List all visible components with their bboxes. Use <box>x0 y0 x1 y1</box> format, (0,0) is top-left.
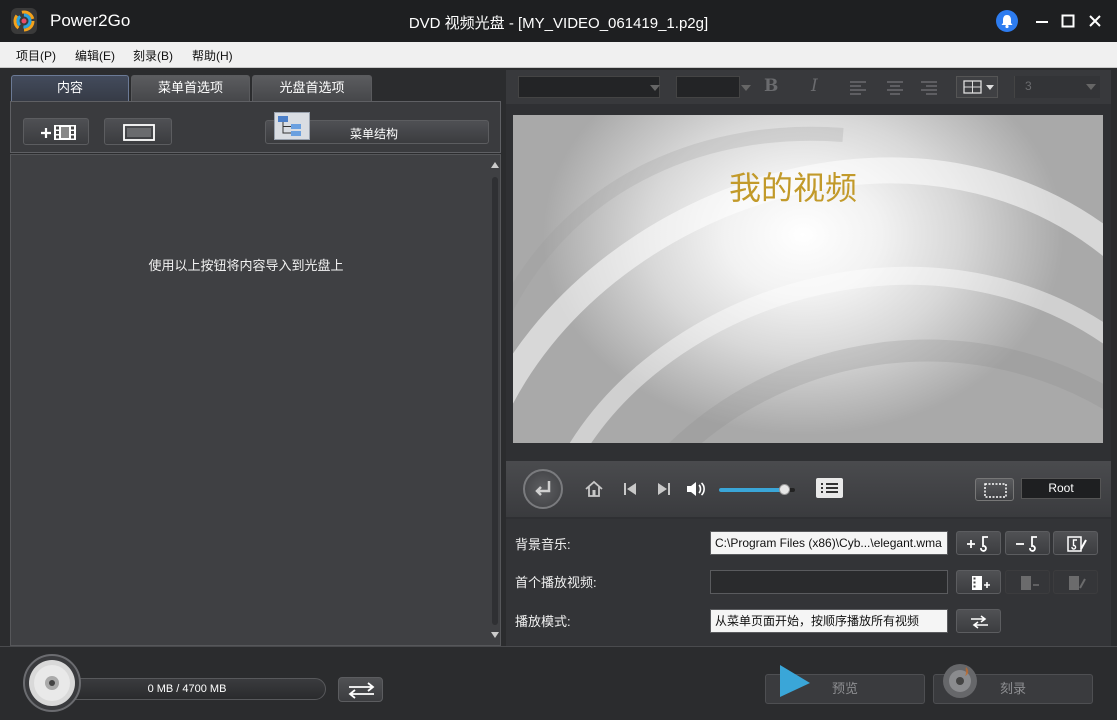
menu-help[interactable]: 帮助(H) <box>192 47 233 64</box>
menu-title-text[interactable]: 我的视频 <box>513 163 1073 209</box>
disc-capacity-bar: 0 MB / 4700 MB <box>48 678 326 700</box>
add-first-play-button[interactable] <box>956 570 1001 594</box>
add-film-icon <box>972 576 990 590</box>
previous-icon[interactable] <box>620 479 640 499</box>
chevron-down-icon <box>741 85 751 91</box>
volume-icon[interactable] <box>684 478 708 500</box>
burn-button[interactable]: 刻录 <box>933 664 1093 704</box>
add-music-icon <box>967 536 988 552</box>
minimize-button[interactable] <box>1030 9 1054 33</box>
content-scrollbar[interactable] <box>489 157 501 645</box>
left-panel: 内容 菜单首选项 光盘首选项 菜单结构 使用以上按钮将内容导入到光盘上 <box>8 70 502 646</box>
playback-controls: Root <box>506 461 1111 517</box>
bottom-bar: 0 MB / 4700 MB 预览 刻录 <box>0 646 1117 720</box>
preview-label: 预览 <box>831 681 858 696</box>
swap-arrows-icon <box>348 682 375 699</box>
home-icon[interactable] <box>583 478 605 500</box>
disc-swap-button[interactable] <box>338 677 383 702</box>
menu-structure-icon <box>274 112 310 140</box>
add-film-icon <box>41 125 76 140</box>
bold-button[interactable]: B <box>764 76 784 98</box>
play-mode-label: 播放模式: <box>515 614 571 629</box>
notification-bell-icon[interactable] <box>996 10 1018 32</box>
remove-music-button[interactable] <box>1005 531 1050 555</box>
menu-burn[interactable]: 刻录(B) <box>133 47 173 64</box>
enter-icon <box>535 481 551 496</box>
list-icon <box>821 483 838 493</box>
enter-button[interactable] <box>523 469 563 509</box>
empty-content-hint: 使用以上按钮将内容导入到光盘上 <box>148 258 344 273</box>
root-menu-level[interactable]: Root <box>1021 478 1101 499</box>
burn-label: 刻录 <box>999 681 1026 696</box>
maximize-button[interactable] <box>1056 9 1080 33</box>
play-mode-icon <box>971 615 988 629</box>
menu-project[interactable]: 项目(P) <box>16 47 56 64</box>
menu-bar: 项目(P) 编辑(E) 刻录(B) 帮助(H) <box>0 42 1117 68</box>
background-music-label: 背景音乐: <box>515 537 571 552</box>
disc-icon <box>22 653 82 713</box>
count-value: 3 <box>1025 79 1032 93</box>
count-select[interactable]: 3 <box>1014 76 1100 98</box>
play-icon <box>780 665 810 697</box>
add-slideshow-button[interactable] <box>104 118 172 145</box>
tab-disc-preferences[interactable]: 光盘首选项 <box>252 75 372 101</box>
title-bar: Power2Go DVD 视频光盘 - [MY_VIDEO_061419_1.p… <box>0 0 1117 42</box>
add-music-button[interactable] <box>956 531 1001 555</box>
volume-slider[interactable] <box>719 484 795 495</box>
menu-settings: 背景音乐: C:\Program Files (x86)\Cyb...\eleg… <box>506 519 1111 646</box>
italic-button[interactable]: I <box>811 76 831 98</box>
scroll-up-icon[interactable] <box>489 159 501 171</box>
edit-film-icon <box>1069 576 1086 590</box>
content-toolbar: 菜单结构 <box>10 101 501 153</box>
align-center-icon[interactable] <box>884 76 906 98</box>
chevron-down-icon <box>1086 84 1096 90</box>
right-panel: B I 3 我的视频 Root 背景音乐: C:\Program Files (… <box>506 70 1111 646</box>
play-mode-button[interactable] <box>956 609 1001 633</box>
volume-slider-handle[interactable] <box>778 484 790 495</box>
remove-music-icon <box>1016 536 1037 552</box>
font-family-select[interactable] <box>518 76 660 98</box>
add-video-button[interactable] <box>23 118 89 145</box>
chapter-list-button[interactable] <box>816 478 843 498</box>
close-button[interactable] <box>1083 9 1107 33</box>
background-music-field[interactable]: C:\Program Files (x86)\Cyb...\elegant.wm… <box>710 531 948 555</box>
scroll-track[interactable] <box>492 177 498 625</box>
edit-music-icon <box>1067 536 1087 552</box>
chevron-down-icon <box>650 85 660 91</box>
text-format-toolbar: B I 3 <box>506 70 1111 104</box>
tab-content[interactable]: 内容 <box>11 75 129 101</box>
align-left-icon[interactable] <box>847 76 869 98</box>
disc-capacity-text: 0 MB / 4700 MB <box>147 683 227 695</box>
menu-structure-button[interactable]: 菜单结构 <box>265 112 489 144</box>
play-mode-field[interactable]: 从菜单页面开始，按顺序播放所有视频 <box>710 609 948 633</box>
window-title: DVD 视频光盘 - [MY_VIDEO_061419_1.p2g] <box>408 15 709 32</box>
volume-level <box>719 488 784 492</box>
font-size-select[interactable] <box>676 76 751 98</box>
first-play-video-label: 首个播放视频: <box>515 575 597 590</box>
first-play-video-field[interactable] <box>710 570 948 594</box>
align-right-icon[interactable] <box>918 76 940 98</box>
menu-edit[interactable]: 编辑(E) <box>75 47 115 64</box>
scroll-down-icon[interactable] <box>489 629 501 641</box>
menu-preview[interactable]: 我的视频 <box>513 115 1103 443</box>
edit-music-button[interactable] <box>1053 531 1098 555</box>
content-list[interactable]: 使用以上按钮将内容导入到光盘上 <box>10 154 501 646</box>
safe-zone-button[interactable] <box>975 478 1014 501</box>
grid-layout-icon <box>963 80 994 94</box>
menu-structure-label: 菜单结构 <box>350 127 399 141</box>
layout-grid-button[interactable] <box>956 76 998 98</box>
burn-disc-icon <box>943 664 977 698</box>
edit-first-play-button[interactable] <box>1053 570 1098 594</box>
remove-film-icon <box>1021 576 1039 590</box>
tab-menu-preferences[interactable]: 菜单首选项 <box>131 75 250 101</box>
slideshow-icon <box>123 124 155 141</box>
safe-zone-icon <box>984 483 1007 498</box>
preview-button[interactable]: 预览 <box>765 665 925 704</box>
remove-first-play-button[interactable] <box>1005 570 1050 594</box>
next-icon[interactable] <box>654 479 674 499</box>
